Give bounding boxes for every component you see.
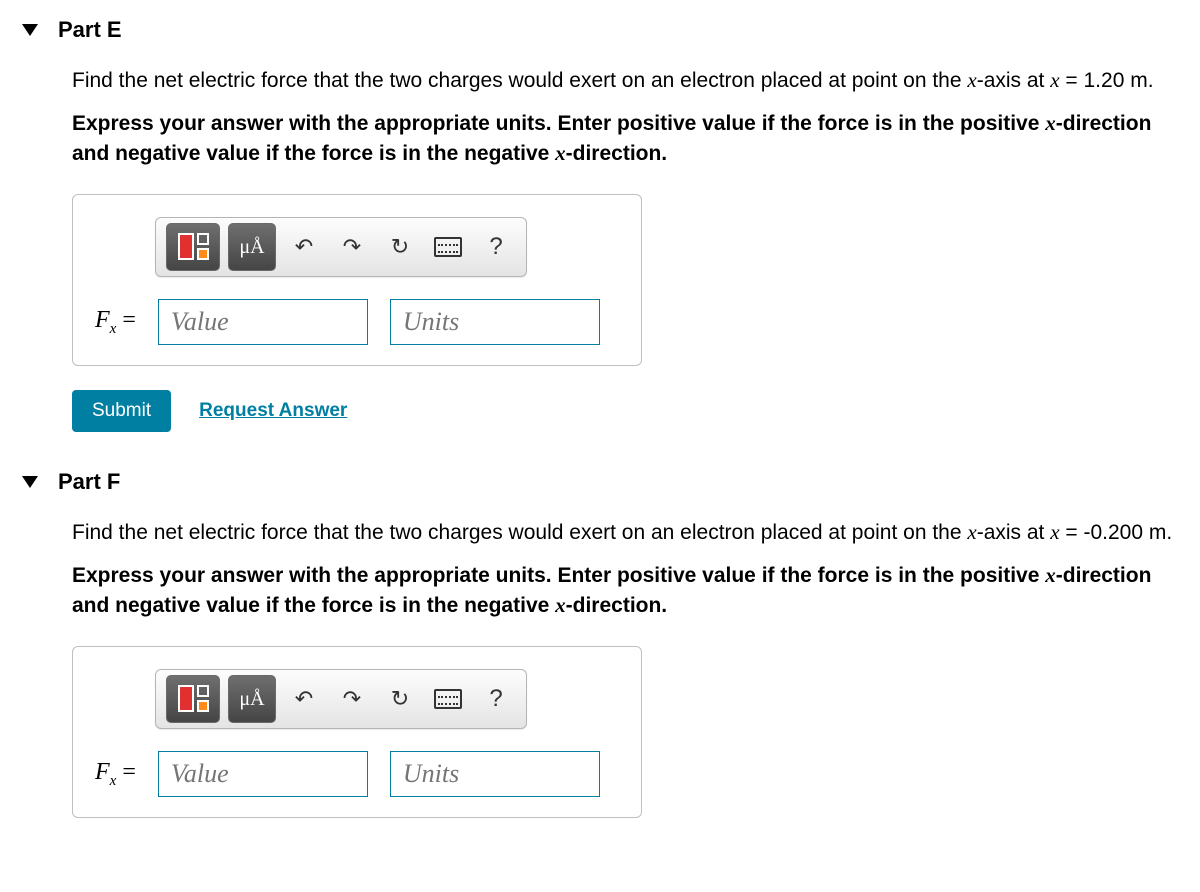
keyboard-button[interactable] <box>428 684 468 715</box>
undo-icon: ↶ <box>295 234 313 259</box>
part-title: Part F <box>58 467 120 498</box>
instr-v1: x <box>1045 563 1056 587</box>
question-text: Find the net electric force that the two… <box>72 66 1188 95</box>
part-f-block: Part F Find the net electric force that … <box>0 452 1200 838</box>
instr-p3: -direction. <box>566 142 668 165</box>
instruction-text: Express your answer with the appropriate… <box>72 561 1188 620</box>
redo-button[interactable]: ↷ <box>332 684 372 715</box>
templates-icon <box>178 685 209 712</box>
reset-icon: ↻ <box>391 686 409 711</box>
templates-button[interactable] <box>166 223 220 271</box>
part-header[interactable]: Part F <box>0 452 1200 518</box>
answer-toolbar: μÅ ↶ ↷ ↻ ? <box>155 217 527 277</box>
instr-p1: Express your answer with the appropriate… <box>72 564 1045 587</box>
units-input[interactable] <box>390 299 600 345</box>
label-eq: = <box>116 307 136 333</box>
keyboard-icon <box>434 237 462 257</box>
question-pre: Find the net electric force that the two… <box>72 69 967 92</box>
instr-p3: -direction. <box>566 594 668 617</box>
special-units-icon: μÅ <box>239 685 264 713</box>
question-var: x <box>967 68 976 92</box>
question-var: x <box>967 520 976 544</box>
question-eq-lhs: x <box>1050 520 1059 544</box>
reset-button[interactable]: ↻ <box>380 232 420 263</box>
part-title: Part E <box>58 15 122 46</box>
question-mid: -axis at <box>977 521 1051 544</box>
templates-icon <box>178 233 209 260</box>
answer-row: Fx = <box>95 299 619 345</box>
variable-label: Fx = <box>95 304 136 340</box>
answer-row: Fx = <box>95 751 619 797</box>
answer-box: μÅ ↶ ↷ ↻ ? Fx = <box>72 194 642 366</box>
part-body: Find the net electric force that the two… <box>0 66 1200 432</box>
redo-icon: ↷ <box>343 234 361 259</box>
special-units-icon: μÅ <box>239 233 264 261</box>
label-eq: = <box>116 759 136 785</box>
question-mid: -axis at <box>977 69 1051 92</box>
part-e-block: Part E Find the net electric force that … <box>0 0 1200 452</box>
help-button[interactable]: ? <box>476 230 516 264</box>
units-input[interactable] <box>390 751 600 797</box>
question-eq-rhs: = -0.200 m. <box>1060 521 1173 544</box>
special-units-button[interactable]: μÅ <box>228 675 276 723</box>
answer-box: μÅ ↶ ↷ ↻ ? Fx = <box>72 646 642 818</box>
undo-button[interactable]: ↶ <box>284 684 324 715</box>
actions-row: Submit Request Answer <box>72 390 1188 432</box>
request-answer-link[interactable]: Request Answer <box>199 398 347 425</box>
undo-icon: ↶ <box>295 686 313 711</box>
redo-button[interactable]: ↷ <box>332 232 372 263</box>
label-F: F <box>95 759 110 785</box>
help-button[interactable]: ? <box>476 682 516 716</box>
redo-icon: ↷ <box>343 686 361 711</box>
chevron-down-icon <box>22 24 38 36</box>
part-body: Find the net electric force that the two… <box>0 518 1200 818</box>
question-eq-lhs: x <box>1050 68 1059 92</box>
instr-v2: x <box>555 141 566 165</box>
help-icon: ? <box>489 685 502 712</box>
value-input[interactable] <box>158 299 368 345</box>
special-units-button[interactable]: μÅ <box>228 223 276 271</box>
question-pre: Find the net electric force that the two… <box>72 521 967 544</box>
instruction-text: Express your answer with the appropriate… <box>72 109 1188 168</box>
instr-v2: x <box>555 593 566 617</box>
submit-button[interactable]: Submit <box>72 390 171 432</box>
reset-icon: ↻ <box>391 234 409 259</box>
instr-p1: Express your answer with the appropriate… <box>72 112 1045 135</box>
part-header[interactable]: Part E <box>0 0 1200 66</box>
question-text: Find the net electric force that the two… <box>72 518 1188 547</box>
templates-button[interactable] <box>166 675 220 723</box>
variable-label: Fx = <box>95 756 136 792</box>
help-icon: ? <box>489 233 502 260</box>
chevron-down-icon <box>22 476 38 488</box>
label-F: F <box>95 307 110 333</box>
question-eq-rhs: = 1.20 m. <box>1060 69 1154 92</box>
keyboard-button[interactable] <box>428 232 468 263</box>
instr-v1: x <box>1045 111 1056 135</box>
answer-toolbar: μÅ ↶ ↷ ↻ ? <box>155 669 527 729</box>
value-input[interactable] <box>158 751 368 797</box>
keyboard-icon <box>434 689 462 709</box>
undo-button[interactable]: ↶ <box>284 232 324 263</box>
reset-button[interactable]: ↻ <box>380 684 420 715</box>
